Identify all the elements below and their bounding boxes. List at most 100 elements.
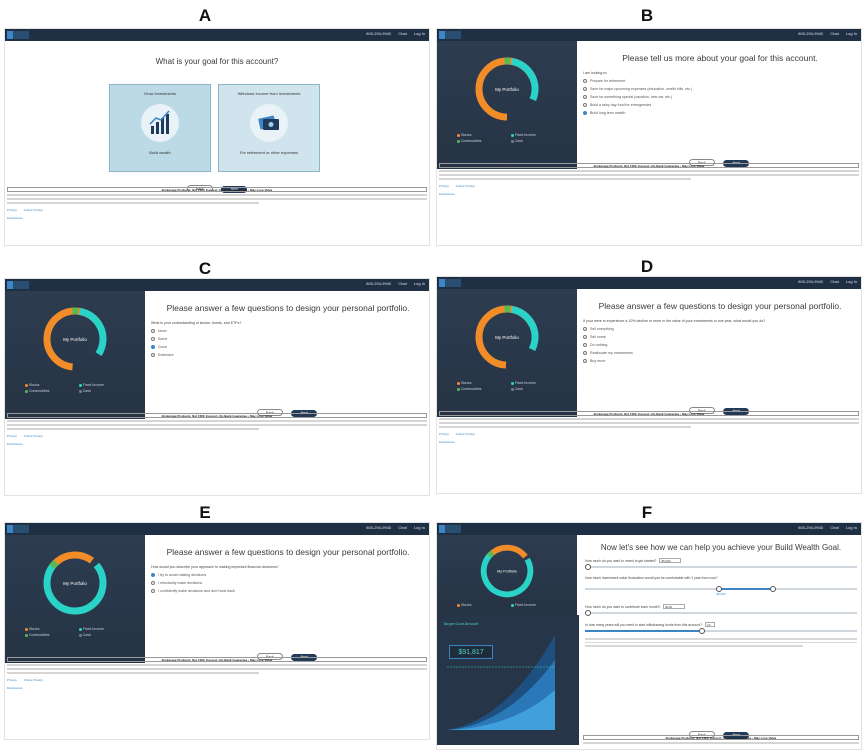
radio-icon	[583, 87, 587, 91]
slider-handle-high[interactable]	[769, 586, 776, 592]
projection-area-chart	[447, 635, 555, 730]
phone-link[interactable]: 800-294-9940	[366, 281, 391, 286]
login-link[interactable]: Log In	[414, 31, 425, 36]
fluctuation-slider[interactable]	[585, 586, 857, 592]
login-link[interactable]: Log In	[846, 279, 857, 284]
radio-icon	[583, 79, 587, 83]
option-good[interactable]: Good	[151, 345, 425, 349]
portfolio-sidebar: My Portfolio Stocks Fixed Income Commodi…	[5, 535, 145, 663]
disclosures-link[interactable]: Disclosures	[7, 442, 23, 446]
option-avoid-decisions[interactable]: I try to avoid making decisions	[151, 573, 425, 577]
option-reluctant[interactable]: I reluctantly make decisions	[151, 581, 425, 585]
brand-logo[interactable]	[7, 31, 29, 39]
years-input[interactable]: 20	[705, 622, 716, 627]
slider-handle[interactable]	[585, 564, 591, 570]
goal-card-grow[interactable]: Grow Investments Build wealth	[109, 84, 211, 172]
portfolio-label: My Portfolio	[63, 581, 87, 586]
top-bar: 800-294-9940 Chat Log In	[437, 29, 861, 41]
goal-card-withdraw[interactable]: Withdraw Income from Investments For ret…	[218, 84, 320, 172]
portfolio-donut: My Portfolio	[475, 57, 539, 121]
monthly-contribution-slider[interactable]	[585, 610, 857, 616]
years-slider[interactable]	[585, 628, 857, 634]
chat-link[interactable]: Chat	[830, 31, 838, 36]
slider-handle-low[interactable]	[715, 586, 722, 592]
option-confident[interactable]: I confidently make decisions and don't l…	[151, 589, 425, 593]
chat-link[interactable]: Chat	[398, 525, 406, 530]
login-link[interactable]: Log In	[846, 31, 857, 36]
radio-selected-icon	[151, 345, 155, 349]
disclaimer-box: Brokerage Products: Not FDIC Insured • N…	[7, 657, 427, 662]
target-goal-value: $91,817	[449, 645, 493, 659]
monthly-contribution-input[interactable]: $100	[663, 604, 686, 609]
option-sell-some[interactable]: Sell some	[583, 335, 857, 339]
option-sell-everything[interactable]: Sell everything	[583, 327, 857, 331]
phone-link[interactable]: 800-294-9940	[366, 525, 391, 530]
privacy-link[interactable]: Privacy	[439, 184, 449, 188]
projection-chart: Target Goal Amount $91,817	[437, 615, 579, 745]
phone-link[interactable]: 800-294-9940	[366, 31, 391, 36]
disclaimer-box: Brokerage Products: Not FDIC Insured • N…	[7, 413, 427, 418]
panel-label-d: D	[640, 257, 654, 276]
phone-link[interactable]: 800-294-9940	[798, 31, 823, 36]
radio-icon	[583, 351, 587, 355]
privacy-link[interactable]: Privacy	[7, 208, 17, 212]
portfolio-label: My Portfolio	[63, 337, 87, 342]
page-title: Please tell us more about your goal for …	[622, 53, 818, 63]
radio-icon	[583, 95, 587, 99]
portfolio-sidebar: My Portfolio Stocks Fixed Income Commodi…	[437, 41, 577, 169]
online-privacy-link[interactable]: Online Privacy	[456, 432, 475, 436]
initial-investment-slider[interactable]	[585, 564, 857, 570]
login-link[interactable]: Log In	[414, 525, 425, 530]
option-major-expenses[interactable]: Save for major upcoming expenses (educat…	[583, 87, 857, 91]
option-long-term-wealth[interactable]: Build long term wealth	[583, 111, 857, 115]
brand-logo[interactable]	[439, 279, 461, 287]
phone-link[interactable]: 800-294-9940	[798, 525, 823, 530]
footer: Brokerage Products: Not FDIC Insured • N…	[583, 735, 859, 744]
option-retirement[interactable]: Prepare for retirement	[583, 79, 857, 83]
q-fluctuation: How much investment value fluctuation wo…	[585, 576, 718, 580]
card-title: Withdraw Income from Investments	[237, 91, 301, 96]
chat-link[interactable]: Chat	[830, 525, 838, 530]
online-privacy-link[interactable]: Online Privacy	[24, 434, 43, 438]
privacy-link[interactable]: Privacy	[7, 678, 17, 682]
privacy-link[interactable]: Privacy	[7, 434, 17, 438]
portfolio-label: My Portfolio	[497, 570, 517, 574]
panel-b: 800-294-9940 Chat Log In My Portfolio St…	[436, 28, 862, 246]
portfolio-legend: Stocks Fixed Income Commodities Cash	[25, 383, 135, 395]
chat-link[interactable]: Chat	[398, 31, 406, 36]
radio-icon	[583, 359, 587, 363]
online-privacy-link[interactable]: Online Privacy	[24, 678, 43, 682]
slider-handle[interactable]	[699, 628, 706, 634]
disclosures-link[interactable]: Disclosures	[7, 686, 23, 690]
slider-handle[interactable]	[585, 610, 591, 616]
option-something-special[interactable]: Save for something special (vacation, ne…	[583, 95, 857, 99]
initial-investment-input[interactable]: $5,000	[659, 558, 682, 563]
privacy-link[interactable]: Privacy	[439, 432, 449, 436]
chat-link[interactable]: Chat	[830, 279, 838, 284]
disclosures-link[interactable]: Disclosures	[7, 216, 23, 220]
phone-link[interactable]: 800-294-9940	[798, 279, 823, 284]
online-privacy-link[interactable]: Online Privacy	[456, 184, 475, 188]
disclaimer-box: Brokerage Products: Not FDIC Insured • N…	[439, 411, 859, 416]
portfolio-label: My Portfolio	[495, 87, 519, 92]
brand-logo[interactable]	[439, 525, 461, 533]
option-some[interactable]: Some	[151, 337, 425, 341]
option-none[interactable]: None	[151, 329, 425, 333]
option-rainy-day[interactable]: Build a rainy day fund for emergencies	[583, 103, 857, 107]
brand-logo[interactable]	[7, 525, 29, 533]
chat-link[interactable]: Chat	[398, 281, 406, 286]
online-privacy-link[interactable]: Online Privacy	[24, 208, 43, 212]
option-do-nothing[interactable]: Do nothing	[583, 343, 857, 347]
radio-icon	[583, 327, 587, 331]
page-title: Please answer a few questions to design …	[166, 303, 410, 313]
option-buy-more[interactable]: Buy more	[583, 359, 857, 363]
disclosures-link[interactable]: Disclosures	[439, 192, 455, 196]
disclosures-link[interactable]: Disclosures	[439, 440, 455, 444]
option-extensive[interactable]: Extensive	[151, 353, 425, 357]
top-bar: 800-294-9940 Chat Log In	[5, 279, 429, 291]
login-link[interactable]: Log In	[846, 525, 857, 530]
option-reallocate[interactable]: Reallocate my investments	[583, 351, 857, 355]
brand-logo[interactable]	[7, 281, 29, 289]
brand-logo[interactable]	[439, 31, 461, 39]
login-link[interactable]: Log In	[414, 281, 425, 286]
